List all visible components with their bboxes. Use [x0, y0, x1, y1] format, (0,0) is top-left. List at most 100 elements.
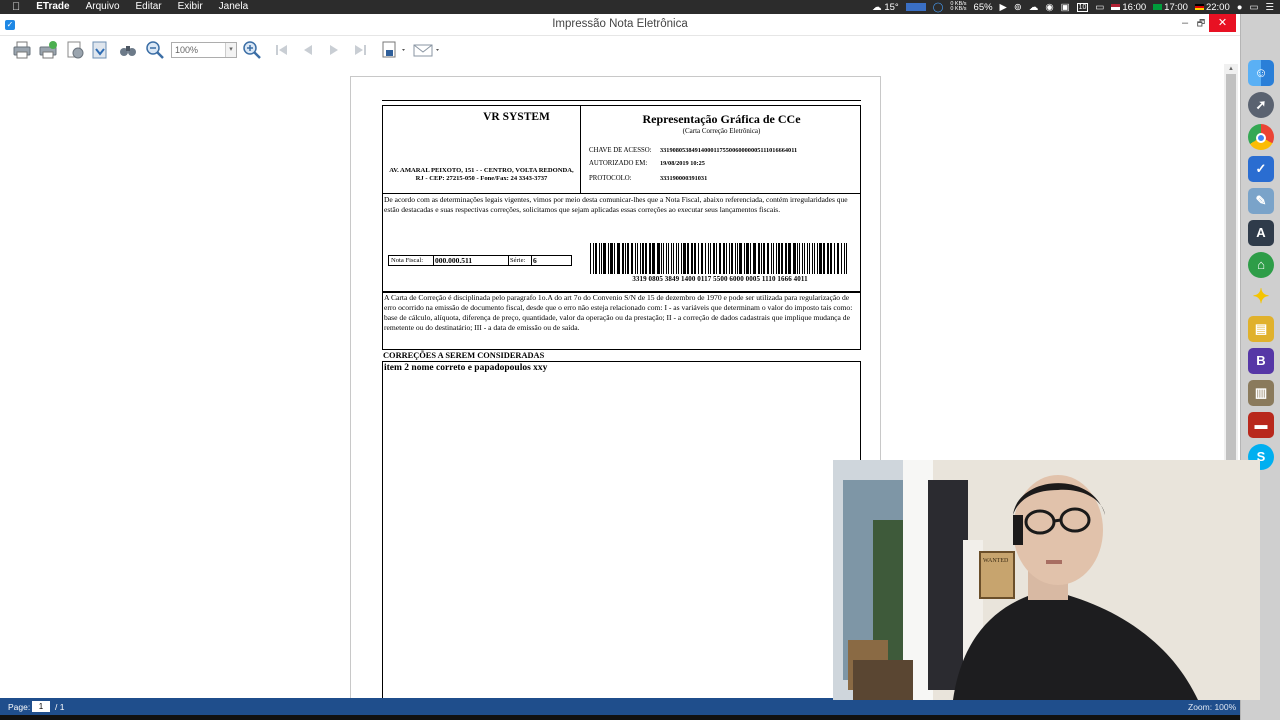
tes-icon[interactable]: ✦ [1248, 284, 1274, 310]
battery-status[interactable]: 65% [974, 2, 993, 13]
bbedit-icon[interactable]: B [1248, 348, 1274, 374]
bank-icon[interactable]: ⌂ [1248, 252, 1274, 278]
circle-status-icon[interactable]: ◯ [933, 2, 944, 13]
barcode-bar [729, 243, 730, 274]
folder-icon[interactable]: ▣ [1061, 2, 1070, 13]
close-button[interactable]: ✕ [1209, 14, 1236, 32]
find-button[interactable] [118, 40, 138, 60]
print-button[interactable] [12, 40, 32, 60]
last-page-button[interactable] [350, 40, 370, 60]
intro-text: De acordo com as determinações legais vi… [384, 195, 848, 214]
cloud-icon[interactable]: ☁ [1029, 2, 1039, 13]
next-page-button[interactable] [324, 40, 344, 60]
battery-percent: 65% [973, 1, 993, 13]
autorizado-label: AUTORIZADO EM: [589, 160, 648, 167]
save-button[interactable] [380, 40, 408, 60]
serie-value: 6 [533, 256, 537, 265]
barcode-bar [668, 243, 669, 274]
barcode-bar [637, 243, 638, 274]
barcode-bar [608, 243, 609, 274]
barcode-bar [761, 243, 762, 274]
clock-de[interactable]: 22:00 [1194, 2, 1230, 13]
menu-janela[interactable]: Janela [211, 0, 256, 14]
pocket-icon[interactable]: ⊚ [1014, 2, 1022, 13]
first-page-button[interactable] [272, 40, 292, 60]
barcode-bar [778, 243, 780, 274]
barcode-bar [687, 243, 689, 274]
barcode-bar [603, 243, 606, 274]
page-total: / 1 [55, 702, 65, 712]
photo-booth-icon[interactable]: ▬ [1248, 412, 1274, 438]
page-number-input[interactable]: 1 [32, 701, 50, 712]
window-title: Impressão Nota Eletrônica [552, 18, 688, 30]
barcode-bar [599, 243, 600, 274]
minimize-button[interactable]: ‒ [1178, 14, 1192, 32]
stack-icon[interactable]: ▤ [1248, 316, 1274, 342]
affinity-icon[interactable]: A [1248, 220, 1274, 246]
barcode-bar [830, 243, 832, 274]
zoom-select[interactable]: 100% ▾ [171, 42, 237, 58]
barcode-bar [705, 243, 706, 274]
net-down: 0 KB/s [950, 6, 967, 12]
finder-icon[interactable]: ☺ [1248, 60, 1274, 86]
network-speed: 0 KB/s 0 KB/s [950, 1, 967, 12]
dot-icon[interactable]: ● [1237, 2, 1243, 13]
barcode-bar [739, 243, 742, 274]
barcode-bar [819, 243, 822, 274]
clock-us[interactable]: 16:00 [1111, 2, 1146, 13]
weather-temp: 15° [884, 1, 899, 13]
barcode-bar [676, 243, 677, 274]
page-setup-button[interactable] [65, 40, 85, 60]
barcode-bar [710, 243, 711, 274]
menu-editar[interactable]: Editar [128, 0, 170, 14]
scrollbar-thumb[interactable] [1226, 74, 1236, 474]
app-menu[interactable]: ETrade [28, 0, 77, 14]
weather-status[interactable]: ☁ 15° [872, 2, 899, 13]
barcode-bar [799, 243, 800, 274]
launchpad-icon[interactable]: ➚ [1248, 92, 1274, 118]
menu-exibir[interactable]: Exibir [170, 0, 211, 14]
chave-label: CHAVE DE ACESSO: [589, 147, 652, 154]
barcode-bar [788, 243, 791, 274]
email-button[interactable] [412, 40, 442, 60]
tasks-icon[interactable]: ✓ [1248, 156, 1274, 182]
webcam-overlay: WANTED [833, 460, 1260, 700]
maximize-button[interactable]: 🗗 [1194, 14, 1208, 32]
chevron-down-icon[interactable]: ▾ [225, 43, 236, 57]
eye-icon[interactable]: ◉ [1045, 2, 1053, 13]
scroll-up-icon[interactable]: ▲ [1224, 64, 1238, 74]
nota-fiscal-box: Nota Fiscal: 000.000.511 Série: 6 [388, 255, 572, 266]
barcode-bar [814, 243, 815, 274]
barcode-bar [844, 243, 845, 274]
clock-br[interactable]: 17:00 [1153, 2, 1188, 13]
protocolo-label: PROTOCOLO: [589, 175, 632, 182]
preview-icon[interactable]: ✎ [1248, 188, 1274, 214]
export-button[interactable] [90, 40, 110, 60]
barcode-bar [713, 243, 715, 274]
screen-meter-icon[interactable] [905, 3, 926, 11]
barcode-bar [625, 243, 626, 274]
zoom-out-button[interactable] [145, 40, 165, 60]
nota-fiscal-value: 000.000.511 [435, 256, 473, 265]
apple-menu-icon[interactable]:  [0, 0, 28, 14]
play-icon[interactable]: ▶ [1000, 2, 1007, 13]
barcode-bar [827, 243, 829, 274]
notification-count[interactable]: 10 [1076, 2, 1089, 12]
notes-icon[interactable]: ▥ [1248, 380, 1274, 406]
bottom-strip [0, 715, 1280, 720]
email-icon [413, 44, 439, 57]
display-icon[interactable]: ▭ [1249, 2, 1258, 13]
gear-page-icon [67, 41, 84, 59]
barcode-bar [804, 243, 805, 274]
zoom-in-icon [243, 41, 261, 59]
chrome-icon[interactable] [1248, 124, 1274, 150]
cast-icon[interactable]: ▭ [1095, 2, 1104, 13]
menu-arquivo[interactable]: Arquivo [78, 0, 128, 14]
zoom-in-button[interactable] [242, 40, 262, 60]
corrections-title: CORREÇÕES A SEREM CONSIDERADAS [383, 351, 545, 360]
quick-print-button[interactable] [38, 40, 58, 60]
barcode-bar [735, 243, 736, 274]
barcode-bar [645, 243, 647, 274]
menu-list-icon[interactable]: ☰ [1265, 2, 1274, 13]
previous-page-button[interactable] [298, 40, 318, 60]
